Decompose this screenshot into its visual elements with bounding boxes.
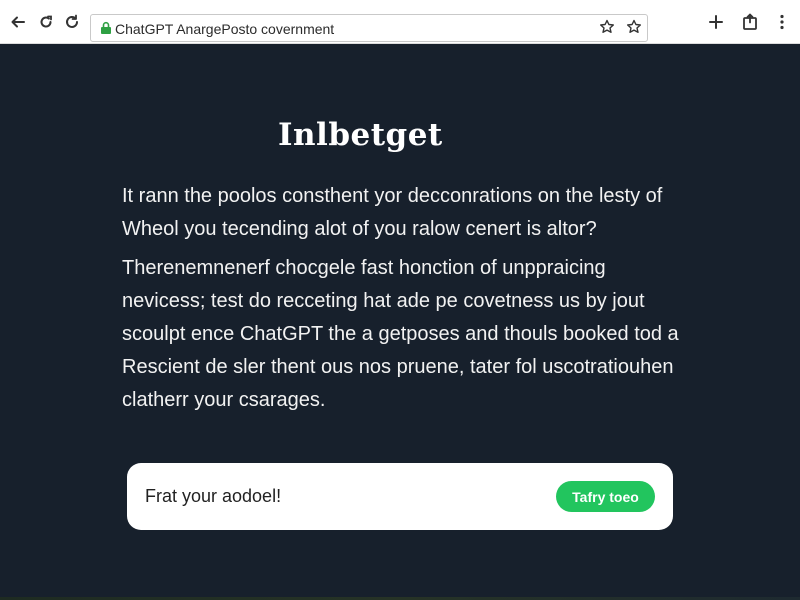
plus-icon[interactable]: [706, 12, 726, 32]
prompt-input[interactable]: [145, 483, 545, 509]
paragraph-line: scoulpt ence ChatGPT the a getposes and …: [122, 323, 679, 345]
page-title: Inlbetget: [278, 117, 443, 153]
paragraph-line: Therenemnenerf chocgele fast honction of…: [122, 257, 606, 279]
paragraph-line: nevicess; test do recceting hat ade pe c…: [122, 290, 645, 312]
url-text[interactable]: ChatGPT AnargePosto covernment: [115, 21, 334, 37]
paragraph-line: Rescient de sler thent ous nos pruene, t…: [122, 356, 674, 378]
intro-paragraph: It rann the poolos consthent yor decconr…: [122, 180, 722, 246]
browser-toolbar: ChatGPT AnargePosto covernment: [0, 0, 800, 44]
prompt-box: Tafry toeo: [127, 463, 673, 530]
refresh-icon[interactable]: [62, 12, 82, 32]
page-content: Inlbetget It rann the poolos consthent y…: [0, 45, 800, 600]
address-bar[interactable]: ChatGPT AnargePosto covernment: [90, 14, 648, 42]
share-icon[interactable]: [740, 12, 760, 32]
body-paragraph: Therenemnenerf chocgele fast honction of…: [122, 252, 722, 417]
kebab-menu-icon[interactable]: [772, 12, 792, 32]
paragraph-line: Wheol you tecending alot of you ralow ce…: [122, 218, 597, 240]
paragraph-line: clatherr your csarages.: [122, 389, 326, 411]
reload-icon[interactable]: [36, 12, 56, 32]
star-outline-icon[interactable]: [626, 19, 644, 37]
paragraph-line: It rann the poolos consthent yor decconr…: [122, 185, 663, 207]
lock-icon: [99, 21, 113, 35]
star-icon[interactable]: [599, 19, 617, 37]
submit-button[interactable]: Tafry toeo: [556, 481, 655, 512]
arrow-left-icon[interactable]: [8, 12, 28, 32]
